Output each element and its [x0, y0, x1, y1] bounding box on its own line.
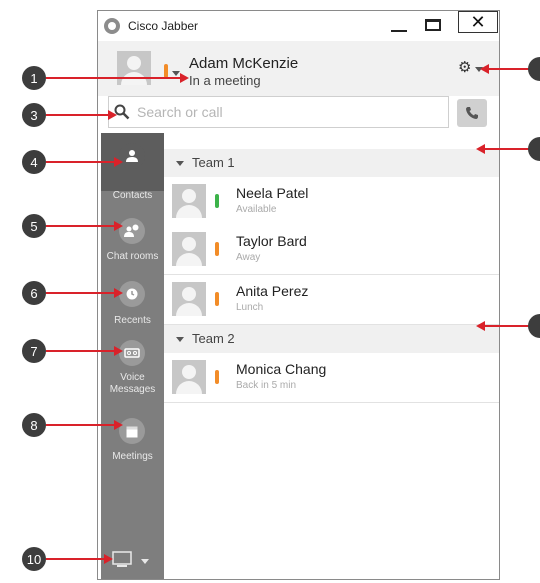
arrow-head	[114, 346, 123, 356]
arrow-head	[108, 110, 117, 120]
callout-1: 1	[22, 66, 46, 90]
contact-row[interactable]: Taylor Bard Away	[164, 225, 499, 275]
nav-meetings[interactable]: Meetings	[101, 415, 164, 465]
callout-arrow	[46, 77, 182, 79]
contact-name: Anita Perez	[236, 283, 309, 299]
contact-avatar	[172, 360, 206, 394]
phone-icon	[466, 107, 478, 119]
contact-name: Neela Patel	[236, 185, 309, 201]
contact-avatar	[172, 184, 206, 218]
contact-status: Back in 5 min	[236, 380, 297, 391]
arrow-head	[114, 157, 123, 167]
contact-row[interactable]: Anita Perez Lunch	[164, 275, 499, 325]
call-button[interactable]	[457, 99, 487, 127]
nav-label-meetings: Meetings	[112, 451, 153, 462]
contact-avatar	[172, 282, 206, 316]
callout-arrow	[46, 161, 116, 163]
contact-status-indicator	[215, 242, 219, 256]
arrow-head	[104, 554, 113, 564]
group-name: Team 2	[192, 331, 235, 346]
collapse-icon	[176, 161, 184, 166]
arrow-head	[114, 221, 123, 231]
contact-name: Taylor Bard	[236, 233, 307, 249]
callout-7: 7	[22, 339, 46, 363]
callout-arrow	[488, 68, 530, 70]
device-selector[interactable]	[111, 551, 151, 571]
callout-8: 8	[22, 413, 46, 437]
collapse-icon	[176, 337, 184, 342]
group-header-team-1[interactable]: Team 1	[164, 149, 499, 177]
callout-arrow	[46, 292, 116, 294]
nav-label-voice-messages: Voice Messages	[109, 372, 156, 395]
user-status[interactable]: In a meeting	[189, 73, 261, 88]
group-header-team-2[interactable]: Team 2	[164, 325, 499, 353]
arrow-head	[114, 288, 123, 298]
callout-4: 4	[22, 150, 46, 174]
nav-label-recents: Recents	[114, 315, 151, 326]
status-dropdown-icon[interactable]	[172, 71, 180, 76]
monitor-icon	[112, 551, 132, 567]
nav-label-chat-rooms: Chat rooms	[106, 251, 159, 262]
callout-arrow	[46, 558, 106, 560]
contact-row[interactable]: Neela Patel Available	[164, 177, 499, 227]
callout-arrow	[46, 424, 116, 426]
contact-avatar	[172, 232, 206, 266]
window-title: Cisco Jabber	[128, 19, 199, 33]
contact-status: Away	[236, 252, 261, 263]
callout-5: 5	[22, 214, 46, 238]
callout-2	[528, 57, 540, 81]
search-input[interactable]	[108, 96, 449, 128]
jabber-logo-icon	[104, 18, 120, 34]
contact-status-indicator	[215, 370, 219, 384]
callout-arrow	[46, 225, 116, 227]
contact-list: Team 1 Neela Patel Available Taylor Bard…	[164, 133, 499, 579]
search-row	[98, 96, 499, 132]
callout-3: 3	[22, 103, 46, 127]
callout-arrow	[484, 325, 530, 327]
settings-gear-icon[interactable]: ⚙	[458, 60, 471, 75]
callout-10: 10	[22, 547, 46, 571]
left-navigation: Contacts Chat rooms Recents Voice Messag…	[101, 133, 164, 579]
nav-voice-messages[interactable]: Voice Messages	[101, 338, 164, 398]
contact-status-indicator	[215, 292, 219, 306]
callout-9	[528, 137, 540, 161]
contact-name: Monica Chang	[236, 361, 327, 377]
device-dropdown-icon[interactable]	[141, 559, 149, 564]
contact-status: Lunch	[236, 302, 264, 313]
user-header: Adam McKenzie In a meeting ⚙	[98, 41, 499, 96]
callout-arrow	[484, 148, 530, 150]
callout-arrow	[46, 114, 110, 116]
contact-status: Available	[236, 204, 277, 215]
contact-status-indicator	[215, 194, 219, 208]
maximize-button[interactable]	[416, 13, 450, 37]
callout-6: 6	[22, 281, 46, 305]
callout-11	[528, 314, 540, 338]
jabber-window: Cisco Jabber ✕ Adam McKenzie In a meetin…	[97, 10, 500, 580]
nav-label-contacts: Contacts	[112, 190, 153, 201]
user-name: Adam McKenzie	[189, 55, 299, 72]
nav-chat-rooms[interactable]: Chat rooms	[101, 213, 164, 263]
user-avatar[interactable]	[117, 51, 151, 85]
title-bar: Cisco Jabber ✕	[98, 11, 499, 41]
contact-row[interactable]: Monica Chang Back in 5 min	[164, 353, 499, 403]
callout-arrow	[46, 350, 116, 352]
group-name: Team 1	[192, 155, 235, 170]
arrow-head	[180, 73, 189, 83]
close-button[interactable]: ✕	[458, 11, 498, 33]
arrow-head	[114, 420, 123, 430]
minimize-button[interactable]	[382, 13, 416, 37]
user-status-indicator	[164, 64, 168, 78]
nav-recents[interactable]: Recents	[101, 279, 164, 329]
